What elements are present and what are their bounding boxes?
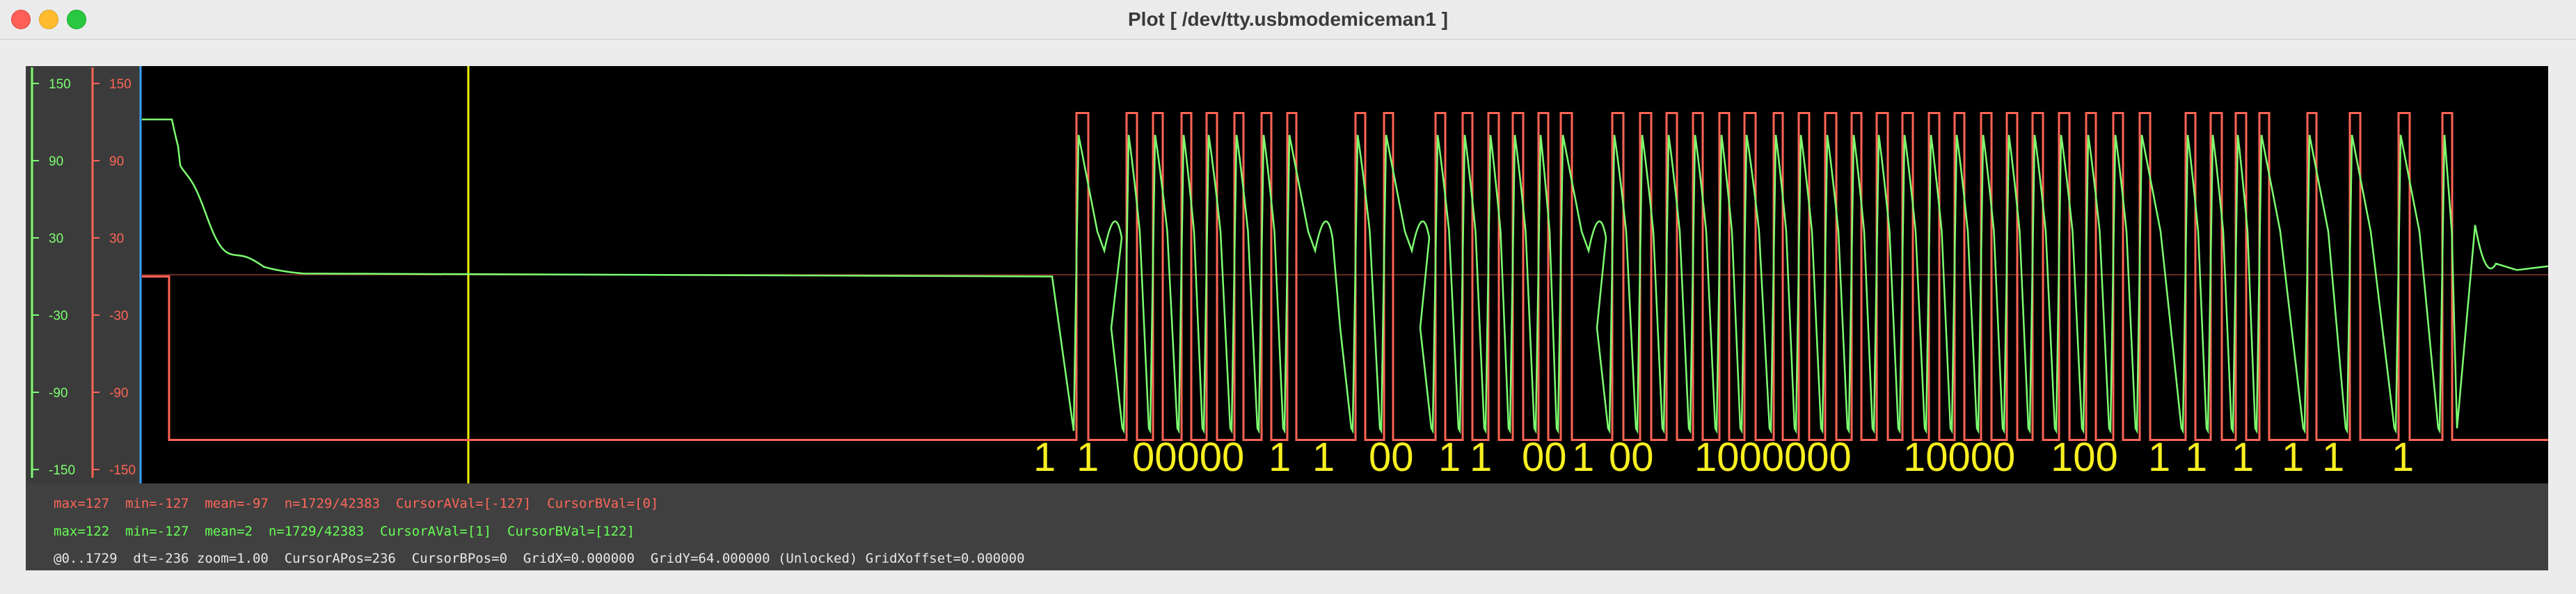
- axis-gutter: [26, 66, 140, 483]
- bit-label: 1: [1033, 435, 1056, 480]
- red-axis-tick-label: 150: [109, 77, 132, 92]
- bit-label: 00000: [1132, 435, 1244, 480]
- bit-label: 1: [2232, 435, 2254, 480]
- bit-label: 1: [1312, 435, 1335, 480]
- plot-window: Plot [ /dev/tty.usbmodemiceman1 ] 150 90 3…: [0, 0, 2576, 594]
- green-axis-tick-label: -90: [49, 386, 67, 401]
- bit-label: 1: [1269, 435, 1291, 480]
- red-axis-tick-label: 90: [109, 154, 124, 169]
- red-series-stats: max=127 min=-127 mean=-97 n=1729/42383 C…: [54, 496, 659, 511]
- bit-label: 1000000: [1694, 435, 1852, 480]
- red-axis-tick-label: -90: [109, 386, 128, 401]
- red-axis-tick-label: -30: [109, 309, 128, 323]
- bit-label: 1: [2392, 435, 2414, 480]
- bit-label: 1: [2148, 435, 2170, 480]
- bit-label: 1: [2322, 435, 2344, 480]
- plot-canvas[interactable]: 150 90 30 -30 -90 -150 150 90 30 -30 -90 -150 1 1 00…: [26, 66, 2548, 483]
- bit-label: 100: [2051, 435, 2118, 480]
- bit-label: 1: [1572, 435, 1594, 480]
- bit-label: 00: [1369, 435, 1414, 480]
- status-panel: max=127 min=-127 mean=-97 n=1729/42383 C…: [26, 483, 2548, 570]
- green-axis-tick-label: 150: [49, 77, 71, 92]
- bit-label: 00: [1609, 435, 1654, 480]
- plot-info-line: @0..1729 dt=-236 zoom=1.00 CursorAPos=23…: [54, 551, 1025, 566]
- bit-label: 1: [2282, 435, 2304, 480]
- window-title: Plot [ /dev/tty.usbmodemiceman1 ]: [1127, 8, 1449, 30]
- bit-label: 1: [1076, 435, 1099, 480]
- green-series-stats: max=122 min=-127 mean=2 n=1729/42383 Cur…: [54, 524, 635, 539]
- green-axis-tick-label: -150: [49, 463, 75, 478]
- bit-label: 10000: [1903, 435, 2015, 480]
- bit-labels: 1 1 00000 1 1 00 1 1 00 1 00 1000000 10000 100 1 1 1 1 1 1: [1033, 435, 2414, 480]
- bit-label: 1: [2185, 435, 2207, 480]
- red-axis-tick-label: -150: [109, 463, 136, 478]
- signal-plot[interactable]: 1509030-30-90-150 1509030-30-90-150 1 1 00…: [26, 66, 2548, 483]
- bit-label: 1: [1438, 435, 1461, 480]
- title-bar: Plot [ /dev/tty.usbmodemiceman1 ]: [0, 0, 2576, 40]
- green-axis-tick-label: 30: [49, 232, 63, 246]
- plot-area-container: 150 90 30 -30 -90 -150 150 90 30 -30 -90 -150 1 1 00…: [26, 66, 2548, 570]
- bit-label: 1: [1470, 435, 1492, 480]
- green-axis-tick-label: 90: [49, 154, 63, 169]
- green-axis-tick-label: -30: [49, 309, 67, 323]
- red-axis-tick-label: 30: [109, 232, 124, 246]
- bit-label: 00: [1522, 435, 1567, 480]
